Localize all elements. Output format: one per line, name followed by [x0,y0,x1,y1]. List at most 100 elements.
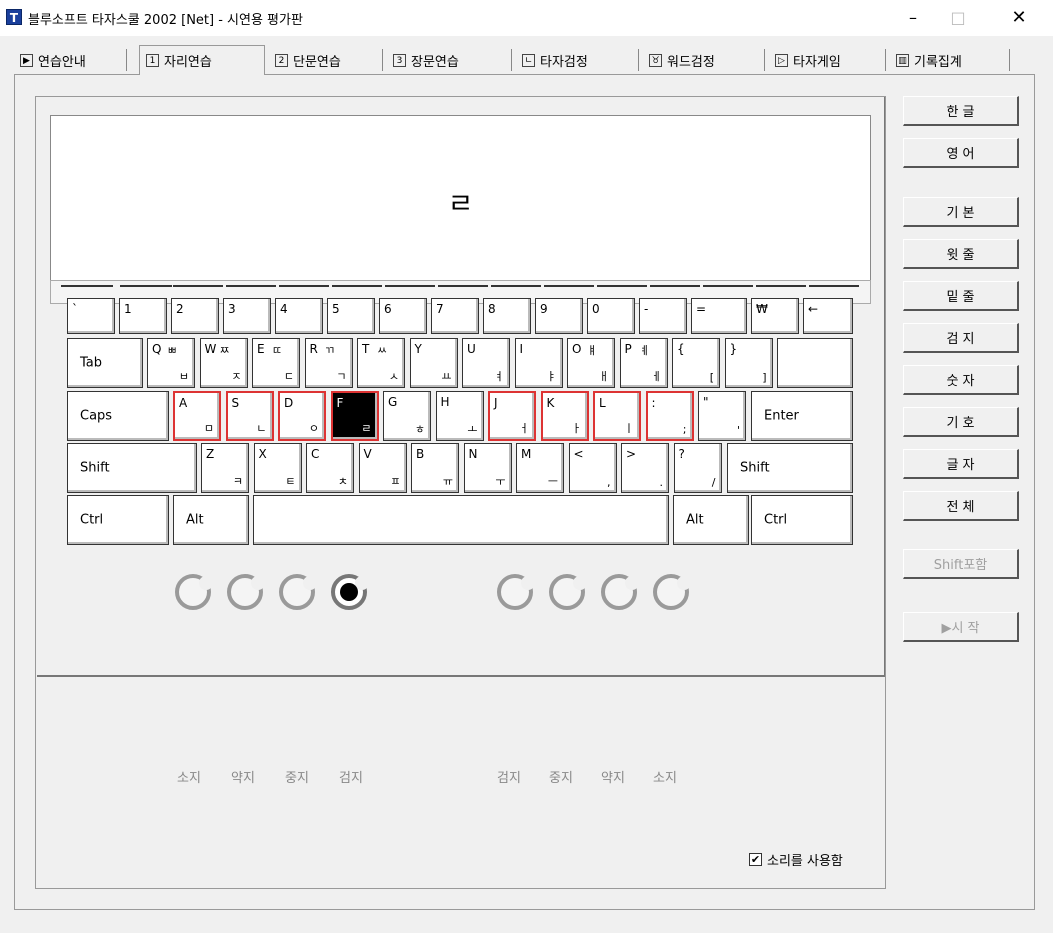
underline [173,285,223,287]
key-row1-0[interactable]: ` [67,298,115,334]
key-row4-9[interactable]: ? / [673,443,722,493]
side-button-2[interactable]: 기 본 [903,197,1019,227]
side-button-11[interactable]: ▶시 작 [903,612,1019,642]
side-button-7[interactable]: 기 호 [903,407,1019,437]
tab-position-practice[interactable]: 1 자리연습 [139,45,265,75]
key-row4-2[interactable]: Cㅊ [306,443,354,493]
key-y[interactable]: Yㅛ [409,338,458,388]
key-g[interactable]: Gㅎ [383,391,431,441]
key-row1-6[interactable]: 6 [379,298,427,334]
side-button-0[interactable]: 한 글 [903,96,1019,126]
key-shift-right[interactable]: Shift [727,443,853,493]
key-row1-9[interactable]: 9 [535,298,583,334]
side-button-1[interactable]: 영 어 [903,138,1019,168]
key-row4-0[interactable]: Zㅋ [201,443,249,493]
key-alt-right[interactable]: Alt [673,495,749,545]
side-button-9[interactable]: 전 체 [903,491,1019,521]
minimize-button[interactable]: – [890,4,936,32]
tab-long-practice[interactable]: 3 장문연습 [387,49,512,71]
key-{[interactable]: {[ [672,338,720,388]
key-label: Caps [80,408,113,424]
key-f[interactable]: Fㄹ [330,391,379,441]
key-w[interactable]: Wㅉㅈ [199,338,248,388]
key-hangul: ㅣ [623,422,634,435]
key-u[interactable]: Uㅕ [462,338,510,388]
key-enter-top[interactable] [777,338,853,388]
key-l[interactable]: Lㅣ [593,391,641,441]
side-button-10[interactable]: Shift포함 [903,549,1019,579]
key-i[interactable]: Iㅑ [514,338,563,388]
tab-records[interactable]: ▥ 기록집계 [890,49,1010,71]
key-space[interactable] [253,495,669,545]
key-d[interactable]: Dㅇ [278,391,326,441]
key-quote[interactable]: " ' [698,391,746,441]
chart-icon: ▥ [896,53,909,67]
tab-typing-game[interactable]: ▷ 타자게임 [769,49,886,71]
side-button-8[interactable]: 글 자 [903,449,1019,479]
tab-short-practice[interactable]: 2 단문연습 [269,49,383,71]
tab-guide[interactable]: ▶ 연습안내 [14,49,127,71]
key-row4-7[interactable]: <, [568,443,617,493]
tab-word-test[interactable]: ♉ 워드검정 [643,49,765,71]
key-q[interactable]: Qㅃㅂ [147,338,195,388]
key-ctrl-right[interactable]: Ctrl [751,495,853,545]
key-s[interactable]: Sㄴ [225,391,274,441]
key-k[interactable]: Kㅏ [540,391,589,441]
key-caps[interactable]: Caps [67,391,169,441]
display-box: ㄹ [50,115,871,287]
key-j[interactable]: Jㅓ [488,391,536,441]
side-button-4[interactable]: 밑 줄 [903,281,1019,311]
key-label: Ctrl [80,512,104,528]
sound-checkbox[interactable]: ✔ [749,853,762,866]
tab-typing-test[interactable]: ㄴ 타자검정 [516,49,639,71]
side-button-6[interactable]: 숫 자 [903,365,1019,395]
key-alt-left[interactable]: Alt [173,495,249,545]
key-shift-left[interactable]: Shift [67,443,197,493]
tab-label: 단문연습 [293,54,341,70]
key-row1-1[interactable]: 1 [119,298,167,334]
key-row1-4[interactable]: 4 [275,298,323,334]
key-enter[interactable]: Enter [751,391,853,441]
key-a[interactable]: Aㅁ [173,391,221,441]
finger-label-left-middle: 중지 [285,771,309,786]
side-button-label: ▶시 작 [941,621,980,636]
key-label: Alt [686,512,704,528]
key-row1-14[interactable]: ← [803,298,853,334]
side-button-3[interactable]: 윗 줄 [903,239,1019,269]
key-row1-8[interactable]: 8 [483,298,531,334]
key-row1-7[interactable]: 7 [431,298,479,334]
key-t[interactable]: Tㅆㅅ [357,338,405,388]
key-p[interactable]: Pㅖㅔ [619,338,668,388]
key-semicolon[interactable]: :; [645,391,694,441]
key-char: > [626,447,637,461]
key-row4-5[interactable]: Nㅜ [463,443,512,493]
tab-bar: ▶ 연습안내 1 자리연습 2 단문연습 3 장문연습 ㄴ 타자검정 ♉ 워드검정 ▷ 타자게… [14,45,1034,75]
key-row4-1[interactable]: Xㅌ [253,443,302,493]
key-row4-6[interactable]: Mㅡ [516,443,564,493]
close-button[interactable]: ✕ [996,4,1042,32]
key-e[interactable]: Eㄸㄷ [252,338,300,388]
maximize-button[interactable]: □ [935,4,981,32]
side-button-5[interactable]: 검 지 [903,323,1019,353]
tab-label: 타자게임 [793,54,841,70]
sound-option[interactable]: ✔ 소리를 사용함 [749,850,843,869]
key-row1-12[interactable]: = [691,298,747,334]
key-hangul: ㅈ [231,370,242,383]
key-row1-3[interactable]: 3 [223,298,271,334]
tab-label: 워드검정 [667,54,715,70]
key-ctrl-left[interactable]: Ctrl [67,495,169,545]
key-row1-11[interactable]: - [639,298,687,334]
key-row1-13[interactable]: ₩ [751,298,799,334]
key-tab[interactable]: Tab [67,338,143,388]
key-h[interactable]: Hㅗ [435,391,484,441]
key-o[interactable]: Oㅒㅐ [567,338,615,388]
key-}[interactable]: }] [724,338,773,388]
key-row1-2[interactable]: 2 [171,298,219,334]
key-row4-8[interactable]: >. [621,443,669,493]
key-r[interactable]: Rㄲㄱ [304,338,353,388]
key-row1-10[interactable]: 0 [587,298,635,334]
key-row1-5[interactable]: 5 [327,298,375,334]
key-char: N [468,447,478,461]
key-row4-3[interactable]: Vㅍ [358,443,407,493]
key-row4-4[interactable]: Bㅠ [411,443,459,493]
